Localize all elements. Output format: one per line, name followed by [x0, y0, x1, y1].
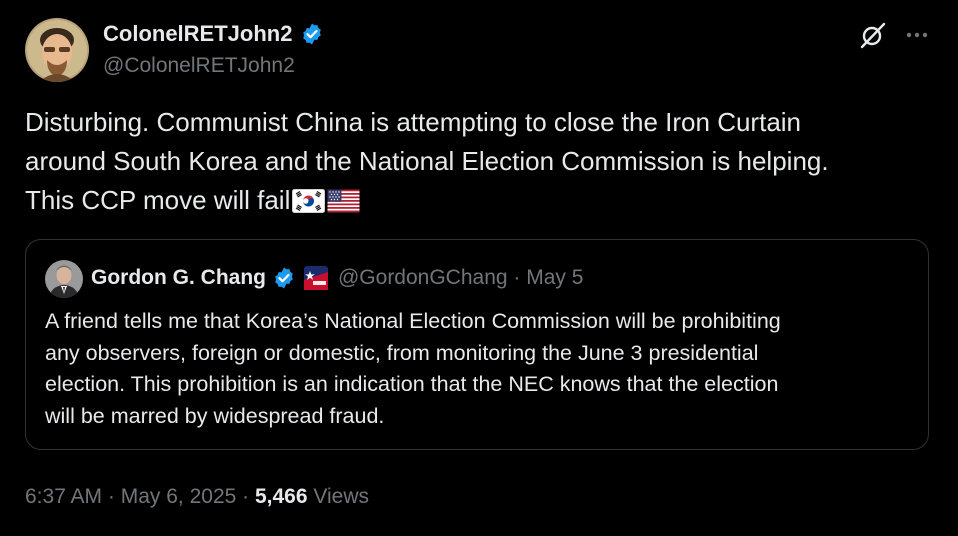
quoted-author-name[interactable]: Gordon G. Chang — [91, 266, 266, 290]
tweet-date[interactable]: May 6, 2025 — [121, 485, 237, 508]
views-label: Views — [313, 485, 370, 508]
grok-icon[interactable] — [858, 20, 888, 50]
quoted-text-line: election. This prohibition is an indicat… — [45, 372, 779, 396]
quoted-author-avatar[interactable] — [45, 260, 83, 298]
footer-separator: · — [102, 485, 121, 508]
quoted-verified-badge-icon — [275, 267, 293, 289]
tweet-text: Disturbing. Communist China is attemptin… — [25, 103, 930, 220]
author-display-name[interactable]: ColonelRETJohn2 — [103, 20, 324, 48]
quoted-text-line: any observers, foreign or domestic, from… — [45, 340, 759, 365]
south-korea-flag-icon — [292, 189, 326, 213]
quoted-date[interactable]: May 5 — [526, 266, 583, 290]
verified-badge-icon — [303, 23, 322, 45]
author-handle[interactable]: @ColonelRETJohn2 — [103, 52, 295, 80]
quoted-tweet-card[interactable]: Gordon G. Chang @GordonGChang · May 5 A … — [25, 239, 929, 450]
author-display-name-text: ColonelRETJohn2 — [103, 21, 293, 46]
tweet-time[interactable]: 6:37 AM — [25, 485, 102, 508]
views-count[interactable]: 5,466 — [255, 485, 308, 508]
tweet-text-line-content: This CCP move will fail — [25, 185, 291, 215]
tweet-text-line: Disturbing. Communist China is attemptin… — [25, 107, 802, 137]
us-flag-icon — [327, 189, 360, 213]
quoted-separator: · — [507, 266, 527, 289]
quoted-text-line: A friend tells me that Korea’s National … — [45, 309, 781, 333]
author-avatar-image — [25, 18, 89, 82]
quoted-tweet-text: A friend tells me that Korea’s National … — [45, 306, 915, 432]
quoted-tweet-header: Gordon G. Chang @GordonGChang · May 5 — [91, 262, 583, 294]
author-avatar[interactable] — [25, 18, 89, 82]
quoted-author-handle[interactable]: @GordonGChang — [338, 266, 508, 290]
quoted-author-avatar-image — [45, 260, 83, 298]
more-icon[interactable] — [902, 20, 932, 50]
footer-separator: · — [236, 485, 255, 508]
cpac-badge-icon[interactable] — [303, 266, 328, 290]
tweet-text-line: This CCP move will fail — [25, 181, 930, 220]
tweet-text-line: around South Korea and the National Elec… — [25, 146, 829, 176]
quoted-text-line: will be marred by widespread fraud. — [45, 403, 385, 428]
tweet-footer: 6:37 AM · May 6, 2025 · 5,466 Views — [25, 482, 369, 512]
